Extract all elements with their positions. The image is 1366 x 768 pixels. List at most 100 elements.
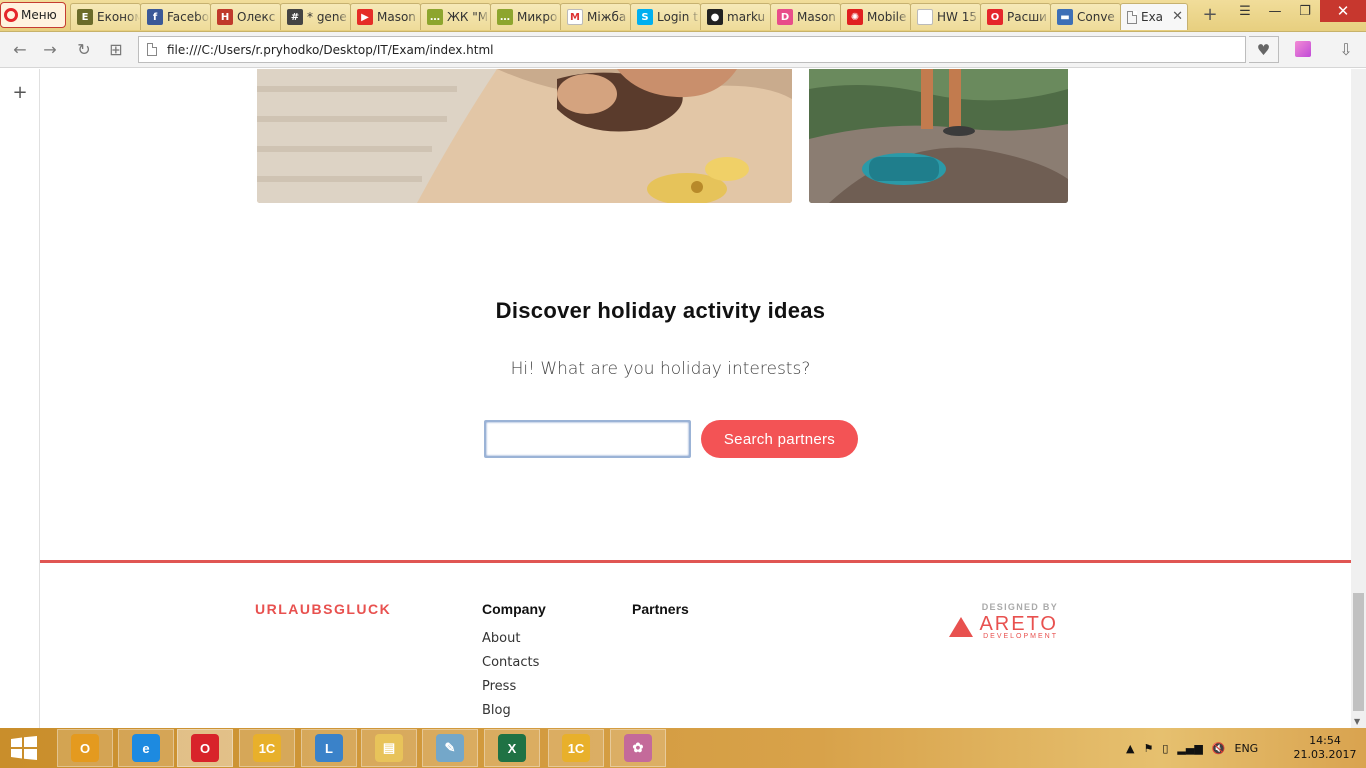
designed-by-label: DESIGNED BY [981, 602, 1058, 612]
language-indicator[interactable]: ENG [1235, 742, 1259, 755]
browser-tab[interactable]: # * gene [280, 3, 351, 30]
1c-icon: 1С [562, 734, 590, 762]
areto-subtitle: DEVELOPMENT [983, 633, 1058, 640]
notes-app-button[interactable]: ✎ [422, 729, 478, 767]
remote-desktop-icon: L [315, 734, 343, 762]
browser-tab[interactable]: f Facebo [140, 3, 211, 30]
tab-menu-icon[interactable]: ☰ [1230, 0, 1260, 22]
browser-tab[interactable]: ● marku [700, 3, 771, 30]
browser-tab[interactable]: S Login t [630, 3, 701, 30]
browser-tab[interactable]: … Микро [490, 3, 561, 30]
browser-tab[interactable]: HW 15 [910, 3, 981, 30]
starburst-icon: ✺ [847, 9, 863, 25]
close-tab-icon[interactable]: ✕ [1172, 9, 1183, 24]
paint-app-button[interactable]: ✿ [610, 729, 666, 767]
scrollbar-thumb[interactable] [1353, 593, 1364, 711]
notepad-icon: ✎ [436, 734, 464, 762]
browser-tab-label: Економ [97, 10, 140, 24]
nz-icon: Н [217, 9, 233, 25]
opera-menu-button[interactable]: Меню [0, 2, 66, 28]
browser-tab[interactable]: D Mason [770, 3, 841, 30]
speed-dial-grid-icon[interactable]: ⊞ [104, 38, 128, 60]
sidebar-add-plus-icon[interactable]: + [10, 83, 30, 103]
browser-tab-label: Mobile [867, 10, 907, 24]
url-field[interactable]: file:///C:/Users/r.pryhodko/Desktop/IT/E… [138, 36, 1246, 63]
browser-tab-label: Mason [797, 10, 836, 24]
new-tab-plus-icon[interactable]: + [1200, 4, 1220, 26]
browser-tab[interactable]: ✺ Mobile [840, 3, 911, 30]
opera-icon: O [987, 9, 1003, 25]
skype-icon: S [637, 9, 653, 25]
folder-icon: ▤ [375, 734, 403, 762]
browser-tab[interactable]: Н Олекс [210, 3, 281, 30]
gmail-icon: M [567, 9, 583, 25]
windows-taskbar: Oe O 1С L ▤ ✎ X 1С ✿ ▲ ⚑ ▯ ▂▄▆ 🔇 ENG 14:54 21.03… [0, 728, 1366, 768]
footer-company-heading: Company [482, 601, 546, 617]
browser-tab[interactable]: … ЖК "М [420, 3, 491, 30]
ie-app-button[interactable]: e [118, 729, 174, 767]
internet-explorer-icon: e [132, 734, 160, 762]
battery-icon[interactable]: ▯ [1162, 742, 1168, 755]
tab-strip: E Економ f Facebo Н Олекс # * gene ▶ Mason… ЖК "М…… [70, 3, 1188, 32]
interests-search-input[interactable] [484, 420, 691, 458]
footer-logo[interactable]: URLAUBSGLUCK [255, 601, 391, 617]
downloads-icon[interactable]: ⇩ [1334, 38, 1358, 60]
browser-tab-label: * gene [307, 10, 347, 24]
1c-second-app-button[interactable]: 1С [548, 729, 604, 767]
tray-expand-icon[interactable]: ▲ [1126, 742, 1134, 755]
restore-icon[interactable]: ❐ [1290, 0, 1320, 22]
reload-icon[interactable]: ↻ [72, 38, 96, 60]
d-icon: D [777, 9, 793, 25]
browser-tab-active[interactable]: Exa ✕ [1120, 3, 1188, 30]
spa-massage-photo [257, 69, 792, 203]
browser-tab-label: Conve [1077, 10, 1115, 24]
footer-link-about[interactable]: About [482, 631, 539, 655]
browser-tab[interactable]: O Расши [980, 3, 1051, 30]
network-signal-icon[interactable]: ▂▄▆ [1177, 742, 1202, 755]
remote-desktop-app-button[interactable]: L [301, 729, 357, 767]
action-center-flag-icon[interactable]: ⚑ [1143, 742, 1153, 755]
designed-by-areto[interactable]: DESIGNED BY ARETO DEVELOPMENT [948, 602, 1058, 640]
chat-icon: … [497, 9, 513, 25]
system-clock[interactable]: 14:54 21.03.2017 [1290, 734, 1360, 762]
github-icon: ● [707, 9, 723, 25]
scroll-down-arrow-icon[interactable]: ▼ [1354, 717, 1360, 726]
extension-icon[interactable] [1290, 38, 1316, 60]
areto-logo-icon [949, 617, 974, 637]
page-scrollbar[interactable]: ▼ [1351, 69, 1366, 728]
paint-icon: ✿ [624, 734, 652, 762]
footer-link-contacts[interactable]: Contacts [482, 655, 539, 679]
browser-tab[interactable]: ▶ Mason [350, 3, 421, 30]
volume-muted-icon[interactable]: 🔇 [1212, 742, 1226, 755]
url-text: file:///C:/Users/r.pryhodko/Desktop/IT/E… [167, 42, 494, 57]
footer-partners-heading: Partners [632, 601, 689, 617]
page-icon [917, 9, 933, 25]
browser-tab-label: marku [727, 10, 766, 24]
minimize-icon[interactable]: — [1260, 0, 1290, 22]
close-window-icon[interactable]: ✕ [1320, 0, 1366, 22]
areto-name: ARETO [979, 613, 1058, 635]
windows-start-icon[interactable] [10, 736, 38, 760]
footer-link-press[interactable]: Press [482, 679, 539, 703]
hiking-illustration [809, 69, 1068, 203]
ekonom-icon: E [77, 9, 93, 25]
excel-app-button[interactable]: X [484, 729, 540, 767]
browser-tab[interactable]: ▬ Conve [1050, 3, 1121, 30]
page-info-icon[interactable] [147, 43, 157, 56]
outlook-app-button[interactable]: O [57, 729, 113, 767]
footer-link-blog[interactable]: Blog [482, 703, 539, 727]
browser-tab[interactable]: E Економ [70, 3, 141, 30]
back-arrow-icon[interactable]: ← [8, 38, 32, 60]
excel-icon: X [498, 734, 526, 762]
1c-app-button[interactable]: 1С [239, 729, 295, 767]
opera-app-button[interactable]: O [177, 729, 233, 767]
hiking-photo [809, 69, 1068, 203]
bookmark-heart-icon[interactable]: ♥ [1249, 36, 1279, 63]
system-tray: ▲ ⚑ ▯ ▂▄▆ 🔇 ENG [1126, 728, 1258, 768]
browser-tab[interactable]: M Міжба [560, 3, 631, 30]
discover-title: Discover holiday activity ideas [495, 298, 826, 323]
forward-arrow-icon[interactable]: → [38, 38, 62, 60]
explorer-app-button[interactable]: ▤ [361, 729, 417, 767]
search-partners-button[interactable]: Search partners [701, 420, 858, 458]
browser-tab-label: Facebo [167, 10, 210, 24]
